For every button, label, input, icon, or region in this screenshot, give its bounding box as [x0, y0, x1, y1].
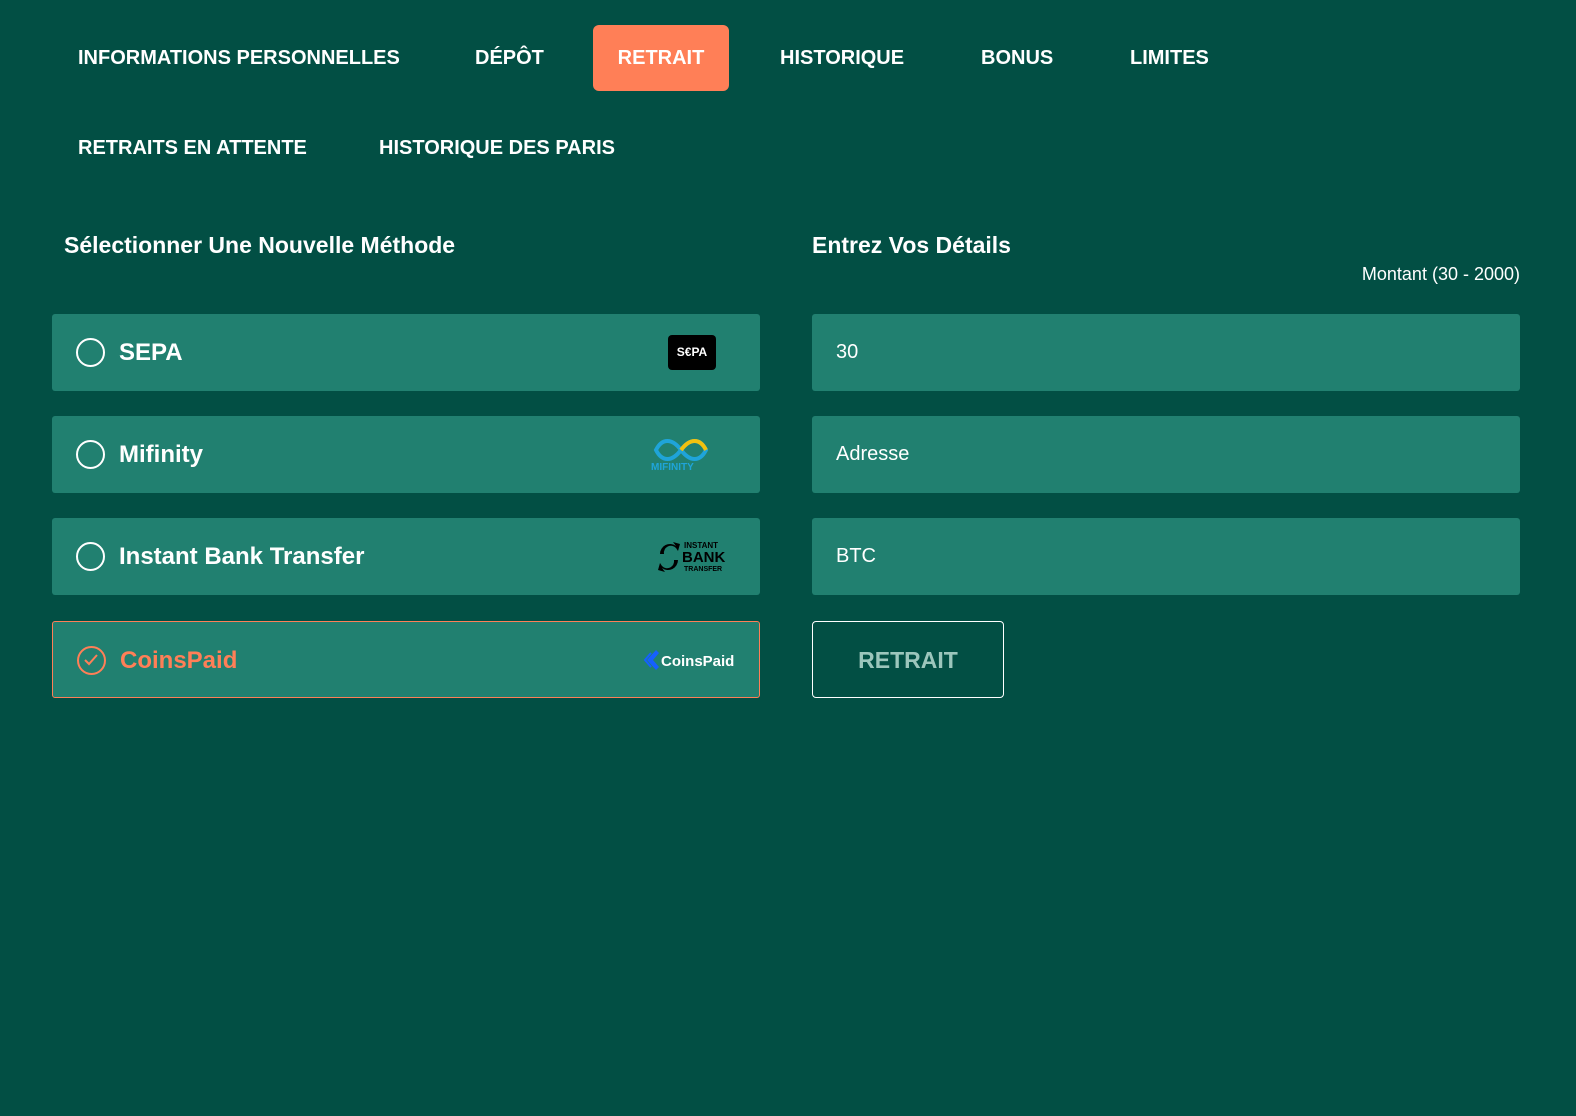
retrait-submit-button[interactable]: RETRAIT [812, 621, 1004, 698]
tab-historique-des-paris[interactable]: HISTORIQUE DES PARIS [379, 115, 615, 181]
currency-input[interactable]: BTC [812, 518, 1520, 595]
tab-informations-personnelles[interactable]: INFORMATIONS PERSONNELLES [78, 25, 400, 91]
instant-bank-transfer-logo: INSTANT BANK TRANSFER [658, 541, 725, 573]
radio-checked-icon[interactable] [77, 646, 106, 675]
tab-bonus[interactable]: BONUS [981, 25, 1053, 91]
radio-unchecked-icon[interactable] [76, 542, 105, 571]
mifinity-logo-text: MIFINITY [651, 462, 694, 473]
tab-depot[interactable]: DÉPÔT [475, 25, 544, 91]
coinspaid-logo-text: CoinsPaid [661, 653, 734, 670]
method-label: Instant Bank Transfer [119, 543, 365, 570]
method-label: CoinsPaid [120, 647, 238, 674]
methods-section-title: Sélectionner Une Nouvelle Méthode [64, 232, 456, 258]
amount-range-label: Montant (30 - 2000) [1361, 264, 1520, 284]
address-placeholder: Adresse [836, 443, 910, 465]
radio-unchecked-icon[interactable] [76, 338, 105, 367]
method-option-coinspaid[interactable]: CoinsPaid CoinsPaid [52, 621, 760, 698]
tab-retrait[interactable]: RETRAIT [593, 25, 729, 91]
method-label: Mifinity [119, 441, 203, 468]
sepa-logo: S€PA [668, 335, 716, 370]
method-option-sepa[interactable]: SEPA S€PA [52, 314, 760, 391]
amount-input[interactable]: 30 [812, 314, 1520, 391]
mifinity-logo: MIFINITY [651, 439, 709, 473]
method-option-instant-bank-transfer[interactable]: Instant Bank Transfer INSTANT BANK TRANS… [52, 518, 760, 595]
svg-text:BANK: BANK [682, 549, 725, 566]
radio-unchecked-icon[interactable] [76, 440, 105, 469]
address-input[interactable]: Adresse [812, 416, 1520, 493]
method-option-mifinity[interactable]: Mifinity MIFINITY [52, 416, 760, 493]
tab-limites[interactable]: LIMITES [1130, 25, 1209, 91]
svg-text:TRANSFER: TRANSFER [684, 566, 722, 573]
tab-retraits-en-attente[interactable]: RETRAITS EN ATTENTE [78, 115, 307, 181]
tab-historique[interactable]: HISTORIQUE [780, 25, 904, 91]
coinspaid-logo: CoinsPaid [643, 650, 734, 670]
details-section-title: Entrez Vos Détails [812, 232, 1011, 258]
method-label: SEPA [119, 339, 183, 366]
